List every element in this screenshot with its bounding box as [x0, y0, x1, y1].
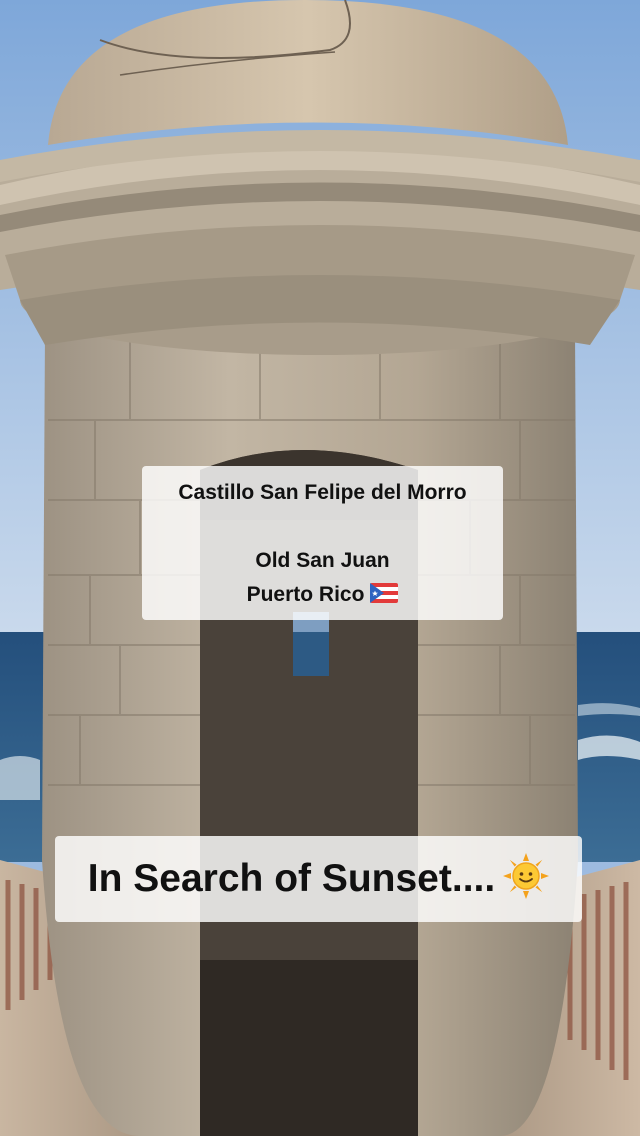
location-city: Old San Juan	[255, 549, 390, 572]
puerto-rico-flag-icon	[370, 583, 399, 603]
location-title: Castillo San Felipe del Morro	[178, 481, 467, 504]
location-country-line: Puerto Rico	[142, 578, 503, 612]
headline-text: In Search of Sunset....	[87, 857, 496, 900]
location-country: Puerto Rico	[246, 583, 365, 606]
location-caption: Castillo San Felipe del Morro Old San Ju…	[142, 466, 503, 620]
headline-caption: In Search of Sunset....	[55, 836, 582, 922]
sun-emoji-icon	[503, 853, 550, 899]
